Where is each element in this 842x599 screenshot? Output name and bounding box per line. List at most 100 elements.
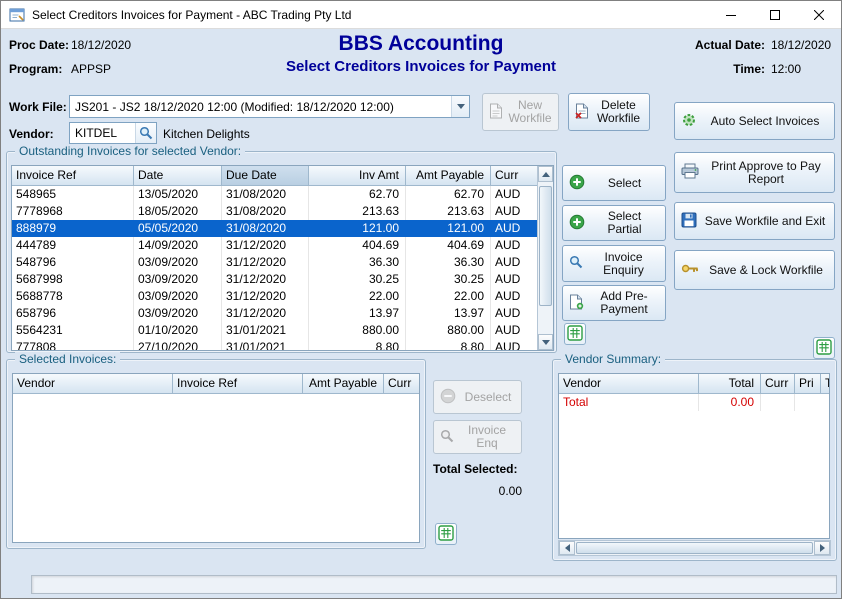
column-header[interactable]: Curr [384,374,420,394]
scroll-right-arrow[interactable] [814,541,830,555]
selected-invoices-group: Selected Invoices: VendorInvoice RefAmt … [6,359,426,549]
delete-workfile-label: Delete Workfile [594,99,643,125]
table-row[interactable]: 568877803/09/202031/12/202022.0022.00AUD [12,288,553,305]
actual-date-value: 18/12/2020 [771,38,831,52]
vendor-code-input[interactable]: KITDEL [69,122,157,144]
column-header[interactable]: Invoice Ref [12,166,134,186]
select-button-label: Select [590,177,659,190]
deselect-button[interactable]: Deselect [433,380,522,414]
add-prepayment-button[interactable]: Add Pre-Payment [562,285,666,321]
vendor-summary-total-curr [761,394,795,411]
vendor-summary-total-row: Total 0.00 [559,394,829,411]
invoice-enquiry-button[interactable]: Invoice Enquiry [562,245,666,282]
window-title: Select Creditors Invoices for Payment - … [32,8,709,22]
scroll-left-arrow[interactable] [559,541,575,555]
scroll-thumb[interactable] [539,186,552,306]
table-row[interactable]: 44478914/09/202031/12/2020404.69404.69AU… [12,237,553,254]
table-row[interactable]: 54896513/05/202031/08/202062.7062.70AUD [12,186,553,203]
maximize-button[interactable] [753,1,797,28]
app-icon [9,7,25,23]
vendor-summary-table: VendorTotalCurrPriTe Total 0.00 [558,373,830,539]
column-header[interactable]: Pri [795,374,821,394]
workfile-label: Work File: [9,100,67,114]
new-workfile-icon [489,103,503,122]
vendor-summary-table-header: VendorTotalCurrPriTe [559,374,829,394]
vendor-summary-group: Vendor Summary: VendorTotalCurrPriTe Tot… [552,359,837,561]
column-header[interactable]: Amt Payable [303,374,384,394]
deselect-label: Deselect [461,391,515,404]
selected-invoices-title: Selected Invoices: [15,352,120,366]
column-header[interactable]: Curr [491,166,538,186]
vendor-search-icon[interactable] [135,123,156,143]
actual-date-label: Actual Date: [685,38,765,52]
table-row[interactable]: 568799803/09/202031/12/202030.2530.25AUD [12,271,553,288]
save-workfile-exit-button[interactable]: Save Workfile and Exit [674,202,835,240]
vendor-summary-total-value: 0.00 [699,394,761,411]
invoice-enquiry-label: Invoice Enquiry [588,251,659,277]
vendor-summary-total-label: Total [559,394,699,411]
outstanding-table-header: Invoice RefDateDue DateInv AmtAmt Payabl… [12,166,553,186]
invoice-enq-button[interactable]: Invoice Enq [433,420,522,454]
column-header[interactable]: Amt Payable [406,166,491,186]
column-header[interactable]: Vendor [13,374,173,394]
print-approve-report-button[interactable]: Print Approve to Pay Report [674,152,835,193]
new-workfile-button[interactable]: New Workfile [482,93,559,131]
scroll-down-arrow[interactable] [538,334,553,350]
plus-circle-icon [569,174,585,193]
select-button[interactable]: Select [562,165,666,201]
table-row[interactable]: 556423101/10/202031/01/2021880.00880.00A… [12,322,553,339]
column-header[interactable]: Invoice Ref [173,374,303,394]
save-workfile-exit-label: Save Workfile and Exit [702,215,828,228]
workfile-dropdown-arrow[interactable] [451,96,469,117]
table-row[interactable]: 77780827/10/202031/01/20218.808.80AUD [12,339,553,351]
column-header[interactable]: Vendor [559,374,699,394]
column-header[interactable]: Curr [761,374,795,394]
status-bar [31,575,837,594]
total-selected-value: 0.00 [433,484,522,498]
auto-select-invoices-label: Auto Select Invoices [702,115,828,128]
plus-circle-icon [569,214,585,233]
table-row[interactable]: 65879603/09/202031/12/202013.9713.97AUD [12,305,553,322]
excel-grid-icon [438,525,454,544]
column-header[interactable]: Date [134,166,222,186]
outstanding-invoices-group: Outstanding Invoices for selected Vendor… [6,151,557,353]
close-button[interactable] [797,1,841,28]
auto-select-invoices-button[interactable]: Auto Select Invoices [674,102,835,140]
save-lock-workfile-button[interactable]: Save & Lock Workfile [674,250,835,290]
table-row[interactable]: 88897905/05/202031/08/2020121.00121.00AU… [12,220,553,237]
save-lock-workfile-label: Save & Lock Workfile [704,264,828,277]
time-value: 12:00 [771,62,801,76]
time-label: Time: [685,62,765,76]
key-icon [681,263,699,277]
column-header[interactable]: Due Date [222,166,309,186]
export-excel-button[interactable] [435,523,457,545]
table-row[interactable]: 54879603/09/202031/12/202036.3036.30AUD [12,254,553,271]
title-bar: Select Creditors Invoices for Payment - … [1,1,841,29]
outstanding-invoices-table: Invoice RefDateDue DateInv AmtAmt Payabl… [11,165,554,351]
minus-circle-icon [440,388,456,407]
minimize-button[interactable] [709,1,753,28]
excel-grid-icon [816,339,832,358]
vendor-name: Kitchen Delights [163,127,250,141]
select-partial-button[interactable]: Select Partial [562,205,666,241]
column-header[interactable]: Te [821,374,830,394]
vendor-label: Vendor: [9,127,54,141]
workfile-value: JS201 - JS2 18/12/2020 12:00 (Modified: … [70,100,451,114]
gear-icon [681,112,697,131]
scroll-up-arrow[interactable] [538,166,553,182]
column-header[interactable]: Inv Amt [309,166,406,186]
print-approve-report-label: Print Approve to Pay Report [704,160,828,186]
workfile-combobox[interactable]: JS201 - JS2 18/12/2020 12:00 (Modified: … [69,95,470,118]
scroll-thumb[interactable] [576,542,813,554]
table-row[interactable]: 777896818/05/202031/08/2020213.63213.63A… [12,203,553,220]
total-selected-label: Total Selected: [433,462,517,476]
export-excel-button[interactable] [564,323,586,345]
vendor-code-value: KITDEL [70,126,135,140]
vertical-scrollbar[interactable] [537,166,553,350]
horizontal-scrollbar[interactable] [558,540,831,556]
delete-workfile-button[interactable]: Delete Workfile [568,93,650,131]
column-header[interactable]: Total [699,374,761,394]
export-excel-button[interactable] [813,337,835,359]
vendor-summary-title: Vendor Summary: [561,352,665,366]
add-prepayment-label: Add Pre-Payment [589,290,659,316]
